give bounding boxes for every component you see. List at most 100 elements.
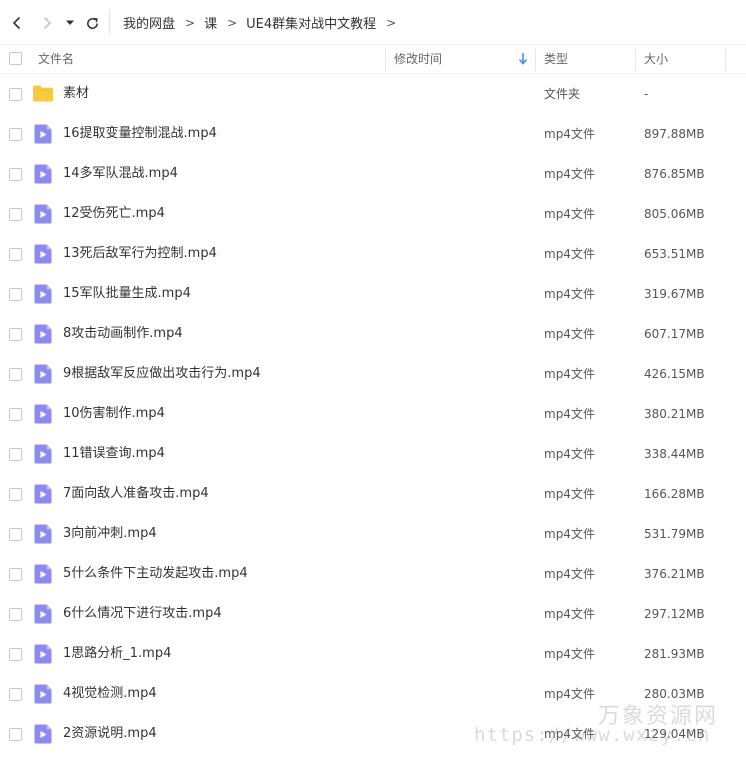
row-checkbox[interactable] [9,288,22,301]
file-row[interactable]: 3向前冲刺.mp4 mp4文件 531.79MB [0,514,746,554]
folder-row[interactable]: 素材 文件夹 - [0,74,746,114]
video-file-icon [34,284,52,304]
history-dropdown-button[interactable] [62,11,78,35]
file-name[interactable]: 9根据敌军反应做出攻击行为.mp4 [63,354,261,394]
file-name[interactable]: 6什么情况下进行攻击.mp4 [63,594,222,634]
file-row[interactable]: 13死后敌军行为控制.mp4 mp4文件 653.51MB [0,234,746,274]
forward-button[interactable] [35,11,59,35]
file-row[interactable]: 11错误查询.mp4 mp4文件 338.44MB [0,434,746,474]
video-file-icon [34,324,52,344]
file-size: 380.21MB [644,407,705,421]
column-header-type[interactable]: 类型 [544,45,568,74]
file-row[interactable]: 6什么情况下进行攻击.mp4 mp4文件 297.12MB [0,594,746,634]
chevron-left-icon [12,16,21,30]
file-name[interactable]: 3向前冲刺.mp4 [63,514,157,554]
file-type: mp4文件 [544,127,595,141]
row-checkbox[interactable] [9,488,22,501]
column-header-name[interactable]: 文件名 [38,45,74,74]
breadcrumb-chevron-icon[interactable]: > [386,16,396,30]
file-size: 297.12MB [644,607,705,621]
file-name[interactable]: 8攻击动画制作.mp4 [63,314,183,354]
breadcrumb-chevron-icon: > [185,15,196,30]
file-row[interactable]: 16提取变量控制混战.mp4 mp4文件 897.88MB [0,114,746,154]
file-row[interactable]: 15军队批量生成.mp4 mp4文件 319.67MB [0,274,746,314]
column-header-size[interactable]: 大小 [644,45,668,74]
column-divider[interactable] [535,49,536,71]
file-row[interactable]: 7面向敌人准备攻击.mp4 mp4文件 166.28MB [0,474,746,514]
file-name[interactable]: 7面向敌人准备攻击.mp4 [63,474,209,514]
file-name[interactable]: 12受伤死亡.mp4 [63,194,165,234]
back-button[interactable] [5,11,29,35]
navigation-bar: 我的网盘 > 课 > UE4群集对战中文教程 > [0,0,746,44]
row-checkbox[interactable] [9,528,22,541]
file-name[interactable]: 2资源说明.mp4 [63,714,157,754]
file-type: mp4文件 [544,327,595,341]
refresh-button[interactable] [80,11,104,35]
row-checkbox[interactable] [9,608,22,621]
file-name[interactable]: 14多军队混战.mp4 [63,154,178,194]
column-divider[interactable] [725,49,726,71]
file-name[interactable]: 11错误查询.mp4 [63,434,165,474]
breadcrumb-item-root[interactable]: 我的网盘 [123,13,175,32]
file-row[interactable]: 10伤害制作.mp4 mp4文件 380.21MB [0,394,746,434]
video-file-icon [34,124,52,144]
file-type: mp4文件 [544,167,595,181]
caret-down-icon [66,20,74,25]
video-file-icon [34,724,52,744]
file-name[interactable]: 4视觉检测.mp4 [63,674,157,714]
file-size: 338.44MB [644,447,705,461]
breadcrumb-item-current[interactable]: UE4群集对战中文教程 [246,13,376,32]
row-checkbox[interactable] [9,328,22,341]
watermark-url: https://www.wxzy.cn [474,724,711,746]
nav-divider [109,10,110,34]
row-checkbox[interactable] [9,728,22,741]
file-name[interactable]: 素材 [63,74,89,114]
file-type: mp4文件 [544,207,595,221]
column-divider[interactable] [635,49,636,71]
row-checkbox[interactable] [9,248,22,261]
file-name[interactable]: 10伤害制作.mp4 [63,394,165,434]
file-type: mp4文件 [544,567,595,581]
file-type: mp4文件 [544,487,595,501]
file-row[interactable]: 12受伤死亡.mp4 mp4文件 805.06MB [0,194,746,234]
file-type: mp4文件 [544,647,595,661]
breadcrumb-item-course[interactable]: 课 [204,13,217,32]
file-type: mp4文件 [544,447,595,461]
file-row[interactable]: 14多军队混战.mp4 mp4文件 876.85MB [0,154,746,194]
select-all-checkbox[interactable] [9,52,22,65]
file-size: 653.51MB [644,247,705,261]
file-name[interactable]: 13死后敌军行为控制.mp4 [63,234,217,274]
file-row[interactable]: 1思路分析_1.mp4 mp4文件 281.93MB [0,634,746,674]
file-type: mp4文件 [544,247,595,261]
file-size: 281.93MB [644,647,705,661]
row-checkbox[interactable] [9,688,22,701]
row-checkbox[interactable] [9,368,22,381]
row-checkbox[interactable] [9,568,22,581]
file-type: mp4文件 [544,687,595,701]
row-checkbox[interactable] [9,648,22,661]
column-header-modified[interactable]: 修改时间 [394,45,442,74]
file-row[interactable]: 5什么条件下主动发起攻击.mp4 mp4文件 376.21MB [0,554,746,594]
breadcrumb-chevron-icon: > [227,15,238,30]
file-name[interactable]: 15军队批量生成.mp4 [63,274,191,314]
row-checkbox[interactable] [9,88,22,101]
row-checkbox[interactable] [9,128,22,141]
file-row[interactable]: 9根据敌军反应做出攻击行为.mp4 mp4文件 426.15MB [0,354,746,394]
file-size: 607.17MB [644,327,705,341]
video-file-icon [34,364,52,384]
file-list: 素材 文件夹 - 16提取变量控制混战.mp4 mp4文件 897.88MB 14多军… [0,74,746,754]
row-checkbox[interactable] [9,168,22,181]
file-size: 876.85MB [644,167,705,181]
file-name[interactable]: 5什么条件下主动发起攻击.mp4 [63,554,248,594]
file-name[interactable]: 16提取变量控制混战.mp4 [63,114,217,154]
row-checkbox[interactable] [9,208,22,221]
row-checkbox[interactable] [9,448,22,461]
column-divider[interactable] [385,49,386,71]
video-file-icon [34,204,52,224]
file-row[interactable]: 8攻击动画制作.mp4 mp4文件 607.17MB [0,314,746,354]
row-checkbox[interactable] [9,408,22,421]
video-file-icon [34,444,52,464]
file-name[interactable]: 1思路分析_1.mp4 [63,634,171,674]
sort-down-arrow-icon[interactable] [518,52,528,66]
file-size: - [644,87,649,101]
